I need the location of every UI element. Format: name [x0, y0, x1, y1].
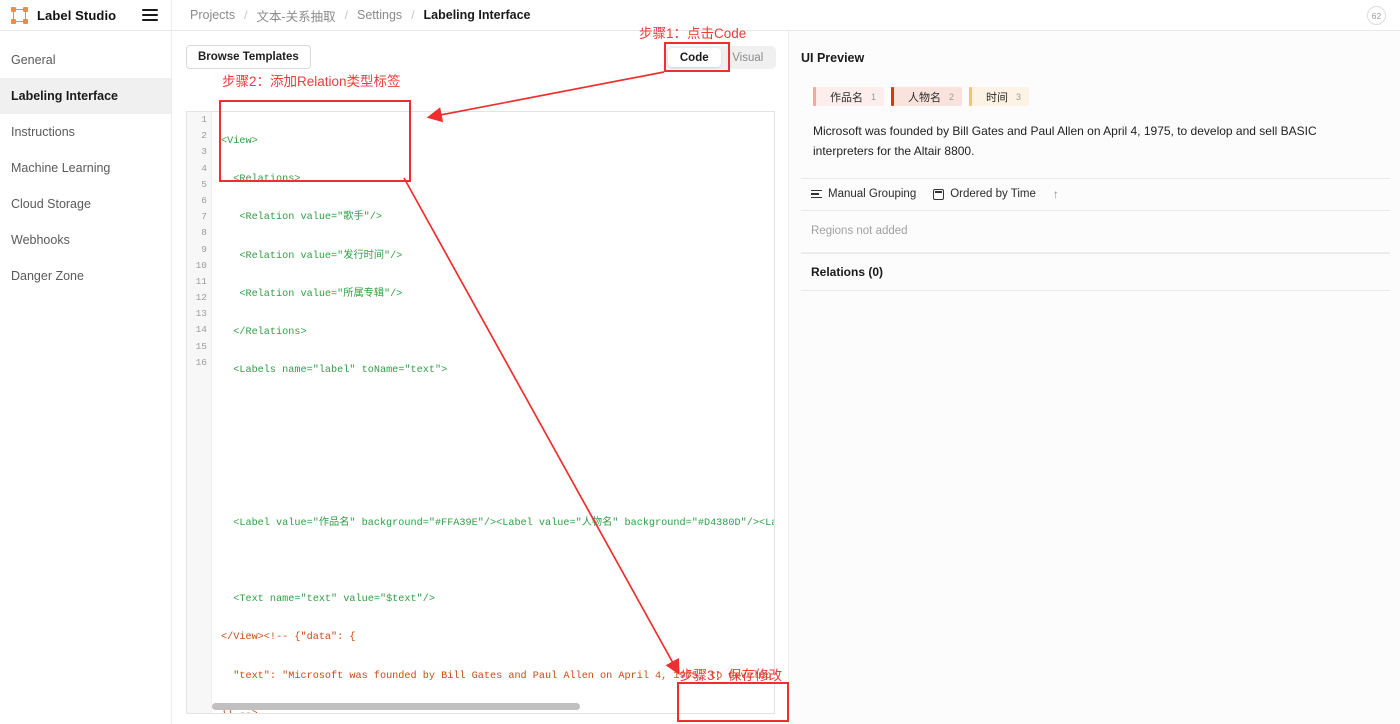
line-number: 16 [195, 356, 207, 368]
breadcrumb-item-projects[interactable]: Projects [190, 8, 235, 22]
breadcrumb-separator: / [244, 8, 248, 22]
app-root: Label Studio Projects / 文本-关系抽取 / Settin… [0, 0, 1400, 724]
relations-section-header[interactable]: Relations (0) [801, 252, 1390, 291]
line-number: 4 [201, 162, 207, 174]
sidebar-item-label: Danger Zone [11, 269, 84, 283]
sidebar-item-label: Machine Learning [11, 161, 111, 175]
ui-preview-title: UI Preview [801, 51, 865, 65]
label-color-bar [891, 87, 895, 106]
regions-toolbar: Manual Grouping Ordered by Time ↑ [801, 179, 1390, 211]
label-pill-hotkey: 3 [1016, 91, 1022, 102]
breadcrumb-item-project[interactable]: 文本-关系抽取 [257, 6, 336, 25]
line-number: 5 [201, 178, 207, 190]
breadcrumb: Projects / 文本-关系抽取 / Settings / Labeling… [172, 6, 531, 25]
sidebar-item-label: Labeling Interface [11, 89, 118, 103]
sidebar-item-label: Webhooks [11, 233, 70, 247]
code-line: <Label value="作品名" background="#FFA39E"/… [221, 517, 774, 529]
label-pill-name: 作品名 [830, 91, 863, 104]
sidebar-item-label: Cloud Storage [11, 197, 91, 211]
label-pill-work-name[interactable]: 作品名 1 [813, 87, 885, 106]
ordered-by-time-option[interactable]: Ordered by Time [933, 188, 1036, 200]
annotation-box-relations [219, 100, 411, 182]
breadcrumb-separator: / [411, 8, 415, 22]
sidebar-item-labeling-interface[interactable]: Labeling Interface [0, 78, 171, 114]
breadcrumb-separator: / [344, 8, 349, 22]
code-line: <Labels name="label" toName="text"> [221, 365, 448, 377]
ui-preview-panel: UI Preview 作品名 1 人物名 2 时间 3 Microsoft wa… [789, 31, 1400, 724]
breadcrumb-item-settings[interactable]: Settings [357, 8, 402, 22]
hamburger-menu-icon[interactable] [142, 6, 158, 23]
annotation-box-code-tab [664, 42, 730, 72]
avatar[interactable]: 62 [1367, 6, 1386, 25]
line-number: 9 [201, 243, 207, 255]
line-number: 13 [195, 308, 207, 320]
square-header-icon [933, 188, 945, 200]
manual-grouping-label: Manual Grouping [828, 188, 917, 201]
regions-empty-state: Regions not added [801, 211, 1390, 253]
label-pill-hotkey: 2 [949, 91, 955, 102]
line-number: 3 [201, 146, 207, 158]
code-line: <Text name="text" value="$text"/> [221, 594, 435, 606]
brand-name: Label Studio [37, 7, 117, 23]
arrow-up-icon[interactable]: ↑ [1053, 187, 1059, 201]
line-number: 7 [201, 211, 207, 223]
code-line: <Relation value="发行时间"/> [221, 250, 403, 262]
line-number: 10 [195, 259, 207, 271]
line-number: 1 [201, 114, 207, 125]
line-number: 14 [195, 324, 207, 336]
label-color-bar [813, 87, 816, 106]
annotation-step3-text: 步骤3：保存修改 [680, 668, 783, 683]
ordered-by-time-label: Ordered by Time [950, 188, 1036, 201]
code-line: </View><!-- {"data": { [221, 632, 356, 644]
list-lines-icon [811, 188, 822, 201]
code-editor[interactable]: 1 2 3 4 5 6 7 8 9 10 11 12 13 14 15 16 <… [186, 111, 775, 714]
label-studio-logo-icon [11, 6, 28, 24]
label-pill-person-name[interactable]: 人物名 2 [891, 87, 963, 106]
line-number: 15 [195, 340, 207, 352]
annotation-box-save [677, 682, 789, 722]
scrollbar-thumb[interactable] [212, 703, 581, 710]
line-number-gutter: 1 2 3 4 5 6 7 8 9 10 11 12 13 14 15 16 [187, 112, 212, 713]
manual-grouping-option[interactable]: Manual Grouping [811, 188, 916, 201]
sidebar-item-cloud-storage[interactable]: Cloud Storage [0, 186, 171, 222]
label-pill-hotkey: 1 [871, 91, 877, 102]
code-line: </Relations> [221, 326, 307, 338]
browse-templates-button[interactable]: Browse Templates [186, 45, 311, 69]
sidebar-item-webhooks[interactable]: Webhooks [0, 222, 171, 258]
line-number: 2 [201, 130, 207, 142]
line-number: 11 [195, 275, 207, 287]
sidebar-item-label: Instructions [11, 125, 75, 139]
annotation-step1-text: 步骤1：点击Code [639, 26, 747, 41]
breadcrumb-item-labeling-interface[interactable]: Labeling Interface [424, 8, 531, 22]
label-pill-name: 时间 [986, 91, 1009, 104]
sidebar-item-label: General [11, 53, 56, 67]
settings-sidebar: General Labeling Interface Instructions … [0, 31, 172, 724]
annotation-step2-text: 步骤2：添加Relation类型标签 [222, 74, 401, 89]
label-pill-time[interactable]: 时间 3 [969, 87, 1030, 106]
code-line: <Relation value="所属专辑"/> [221, 288, 403, 300]
preview-sample-text[interactable]: Microsoft was founded by Bill Gates and … [813, 122, 1373, 162]
sidebar-item-machine-learning[interactable]: Machine Learning [0, 150, 171, 186]
sidebar-item-instructions[interactable]: Instructions [0, 114, 171, 150]
sidebar-item-danger-zone[interactable]: Danger Zone [0, 258, 171, 294]
line-number: 8 [201, 227, 207, 239]
label-pill-name: 人物名 [908, 91, 942, 104]
line-number: 12 [195, 292, 207, 304]
brand-area[interactable]: Label Studio [0, 0, 172, 31]
code-content[interactable]: <View> <Relations> <Relation value="歌手"/… [212, 112, 774, 713]
code-line: <Relation value="歌手"/> [221, 212, 382, 224]
label-pills: 作品名 1 人物名 2 时间 3 [813, 87, 1390, 106]
label-color-bar [969, 87, 973, 106]
sidebar-item-general[interactable]: General [0, 42, 171, 78]
line-number: 6 [201, 194, 207, 206]
